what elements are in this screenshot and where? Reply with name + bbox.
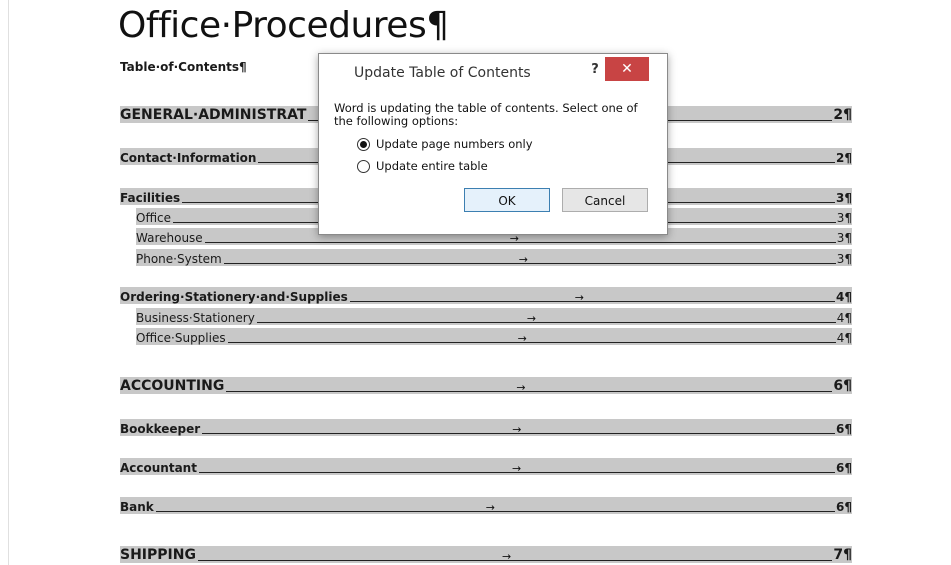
- toc-page-number: 2¶: [833, 107, 852, 123]
- toc-entry-label: SHIPPING: [120, 547, 196, 563]
- toc-heading: Table·of·Contents¶: [120, 60, 247, 74]
- toc-leader: →: [256, 313, 836, 324]
- toc-entry[interactable]: Bookkeeper → 6¶: [120, 419, 852, 436]
- toc-entry[interactable]: Ordering·Stationery·and·Supplies → 4¶: [120, 287, 852, 304]
- document-title: Office·Procedures¶: [118, 5, 449, 46]
- help-icon[interactable]: ?: [585, 60, 605, 80]
- toc-entry-label: GENERAL·ADMINISTRAT: [120, 107, 307, 123]
- toc-entry-label: Bookkeeper: [120, 422, 201, 436]
- toc-page-number: 3¶: [836, 191, 852, 205]
- dialog-titlebar[interactable]: Update Table of Contents ? ✕: [319, 54, 667, 88]
- close-icon[interactable]: ✕: [605, 57, 649, 81]
- dialog-title: Update Table of Contents: [354, 65, 531, 81]
- tab-arrow-icon: →: [516, 381, 526, 394]
- toc-leader: →: [226, 382, 833, 393]
- tab-arrow-icon: →: [518, 253, 528, 266]
- option-entire-table[interactable]: Update entire table: [357, 159, 488, 173]
- toc-entry-label: Bank: [120, 500, 154, 514]
- radio-selected-icon[interactable]: [357, 137, 370, 151]
- toc-page-number: 3¶: [836, 211, 852, 225]
- tab-arrow-icon: →: [517, 332, 527, 345]
- toc-leader: →: [155, 502, 836, 513]
- toc-page-number: 4¶: [836, 290, 852, 304]
- radio-unselected-icon[interactable]: [357, 159, 370, 173]
- toc-entry-label: Contact·Information: [120, 151, 257, 165]
- toc-entry-label: Facilities: [120, 191, 181, 205]
- toc-leader: →: [227, 333, 836, 344]
- tab-arrow-icon: →: [511, 462, 522, 475]
- option-page-numbers-only[interactable]: Update page numbers only: [357, 137, 533, 151]
- toc-entry-label: Office: [136, 211, 172, 225]
- toc-leader: →: [198, 463, 836, 474]
- toc-page-number: 2¶: [836, 151, 852, 165]
- toc-entry-label: Phone·System: [136, 252, 222, 266]
- toc-entry-label: Office·Supplies: [136, 331, 226, 345]
- toc-page-number: 6¶: [833, 378, 852, 394]
- toc-entry[interactable]: ACCOUNTING → 6¶: [120, 377, 852, 394]
- toc-entry[interactable]: Business·Stationery → 4¶: [136, 308, 852, 325]
- option-page-numbers-label: Update page numbers only: [376, 137, 533, 151]
- toc-page-number: 3¶: [836, 252, 852, 266]
- tab-arrow-icon: →: [526, 312, 537, 325]
- tab-arrow-icon: →: [574, 291, 585, 304]
- toc-leader: →: [223, 254, 836, 265]
- toc-page-number: 6¶: [836, 500, 852, 514]
- toc-entry[interactable]: Phone·System → 3¶: [136, 249, 852, 266]
- toc-page-number: 6¶: [836, 461, 852, 475]
- ok-button[interactable]: OK: [464, 188, 550, 212]
- update-toc-dialog: Update Table of Contents ? ✕ Word is upd…: [318, 53, 668, 235]
- toc-page-number: 3¶: [836, 231, 852, 245]
- toc-leader: →: [349, 292, 836, 303]
- toc-leader: →: [202, 424, 836, 435]
- toc-leader: →: [197, 551, 833, 562]
- option-entire-table-label: Update entire table: [376, 159, 488, 173]
- toc-entry-label: Warehouse: [136, 231, 203, 245]
- toc-page-number: 7¶: [833, 547, 852, 563]
- cancel-button[interactable]: Cancel: [562, 188, 648, 212]
- toc-entry-label: Accountant: [120, 461, 197, 475]
- dialog-message: Word is updating the table of contents. …: [334, 101, 638, 128]
- toc-entry[interactable]: Accountant → 6¶: [120, 458, 852, 475]
- toc-entry-label: Ordering·Stationery·and·Supplies: [120, 290, 348, 304]
- tab-arrow-icon: →: [485, 501, 495, 514]
- toc-page-number: 6¶: [836, 422, 852, 436]
- toc-entry-label: Business·Stationery: [136, 311, 255, 325]
- tab-arrow-icon: →: [501, 550, 512, 563]
- toc-entry[interactable]: Bank → 6¶: [120, 497, 852, 514]
- tab-arrow-icon: →: [512, 423, 522, 436]
- toc-leader: →: [204, 233, 836, 244]
- toc-entry[interactable]: Office·Supplies → 4¶: [136, 328, 852, 345]
- toc-page-number: 4¶: [836, 311, 852, 325]
- toc-page-number: 4¶: [836, 331, 852, 345]
- page-margin-line: [8, 0, 9, 565]
- toc-entry-label: ACCOUNTING: [120, 378, 225, 394]
- toc-entry[interactable]: SHIPPING → 7¶: [120, 546, 852, 563]
